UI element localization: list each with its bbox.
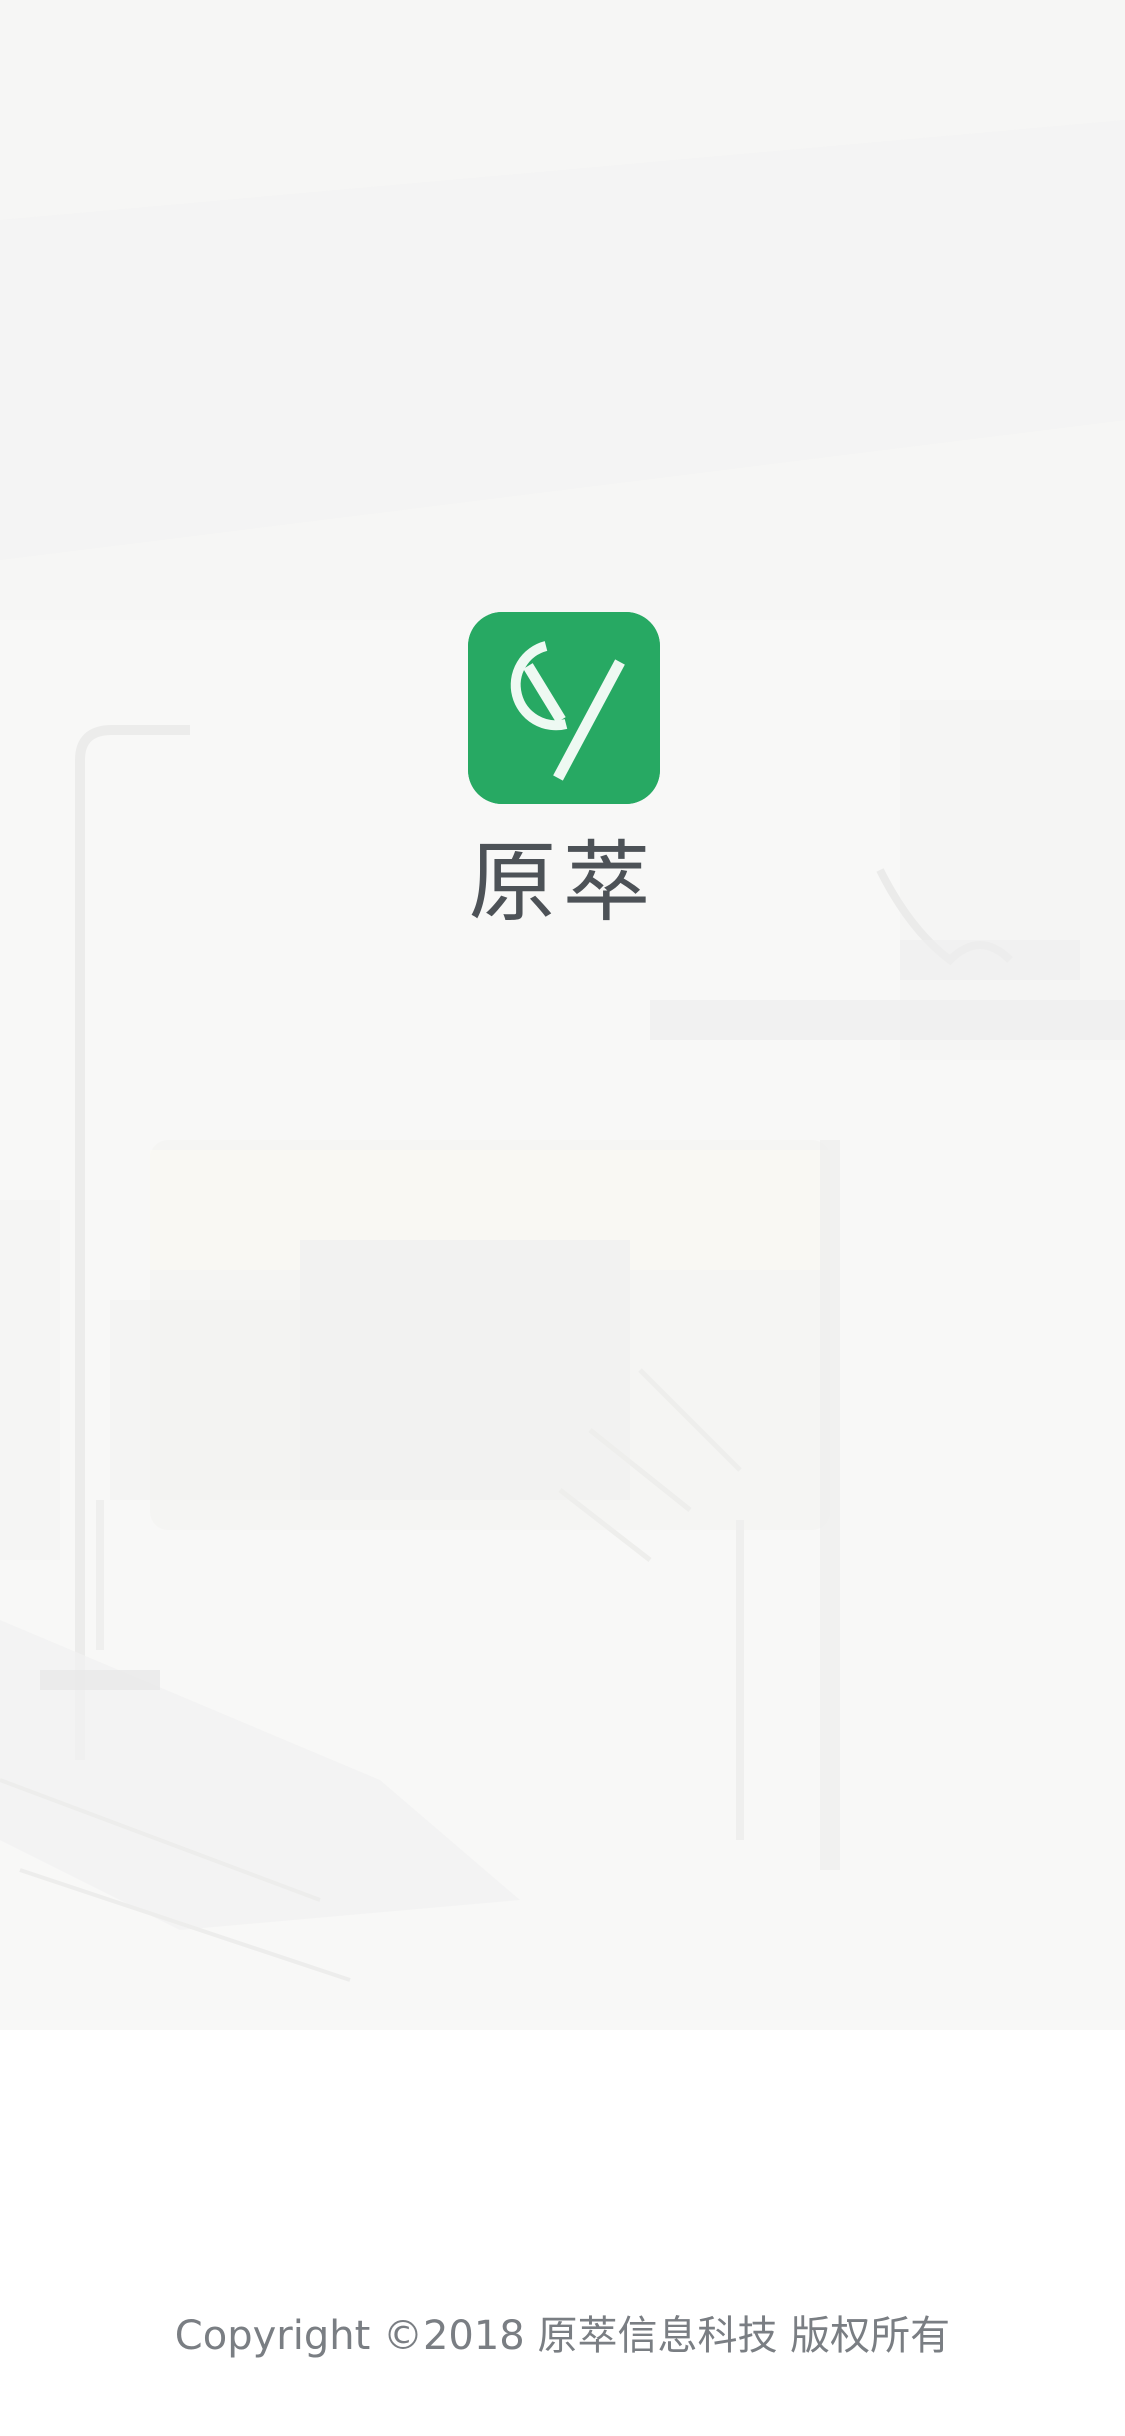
app-logo-icon [468, 612, 660, 804]
background-image [0, 0, 1125, 2436]
copyright-text: Copyright ©2018 原萃信息科技 版权所有 [174, 2313, 951, 2359]
app-name: 原萃 [468, 831, 657, 934]
